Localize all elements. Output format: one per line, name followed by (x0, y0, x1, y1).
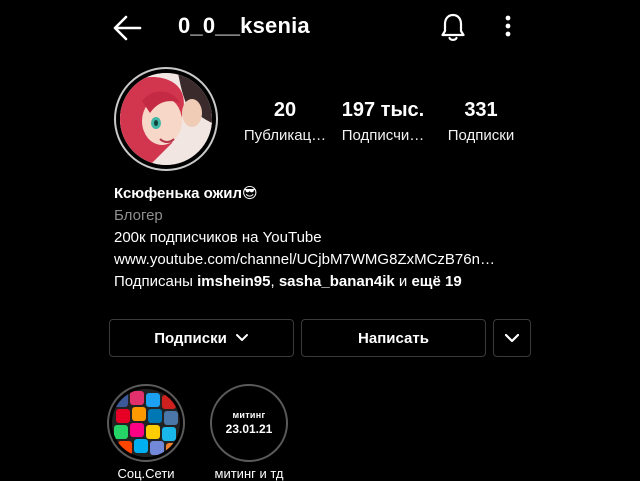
more-vertical-icon (505, 15, 511, 37)
profile-category: Блогер (114, 207, 163, 224)
followers-label: Подписчи… (341, 127, 425, 144)
options-button[interactable] (498, 13, 518, 41)
followers-count: 197 тыс. (341, 99, 425, 121)
posts-count: 20 (273, 99, 297, 121)
notifications-button[interactable] (440, 12, 466, 42)
arrow-left-icon (113, 15, 142, 41)
stat-followers[interactable]: 197 тыс. Подписчи… (334, 98, 432, 146)
bio-text: 200к подписчиков на YouTube (114, 229, 322, 246)
followed-by-more[interactable]: ещё 19 (411, 273, 461, 290)
highlight-cover (112, 389, 180, 457)
highlight-label: митинг и тд (214, 466, 284, 481)
back-button[interactable] (112, 14, 142, 42)
suggested-accounts-button[interactable] (493, 319, 531, 357)
bio-link[interactable]: www.youtube.com/channel/UCjbM7WMG8ZxMCzB… (114, 249, 495, 271)
highlight-rally[interactable]: митинг 23.01.21 (210, 384, 288, 462)
followed-by-prefix: Подписаны (114, 273, 198, 290)
followed-by-separator: , (270, 273, 279, 290)
followed-by-and: и (394, 273, 412, 290)
followed-by-user[interactable]: sasha_banan4ik (279, 273, 395, 290)
followed-by-user[interactable]: imshein95 (197, 273, 270, 290)
following-count: 331 (464, 99, 498, 121)
following-label: Подписки (447, 127, 515, 144)
message-button[interactable]: Написать (301, 319, 486, 357)
avatar-image (120, 73, 212, 165)
highlight-cover-date: 23.01.21 (225, 422, 273, 436)
highlight-label: Соц.Сети (117, 466, 175, 481)
following-button-label: Подписки (154, 329, 227, 347)
stat-following[interactable]: 331 Подписки (432, 98, 530, 146)
chevron-down-icon (504, 333, 520, 343)
highlight-social-networks[interactable] (107, 384, 185, 462)
posts-label: Публикац… (243, 127, 327, 144)
highlight-cover-title: митинг (232, 410, 266, 420)
followed-by[interactable]: Подписаны imshein95, sasha_banan4ik и ещ… (114, 271, 462, 293)
stat-posts[interactable]: 20 Публикац… (236, 98, 334, 146)
social-media-icons-collage (112, 389, 180, 457)
following-dropdown-button[interactable]: Подписки (109, 319, 294, 357)
highlight-cover: митинг 23.01.21 (215, 389, 283, 457)
bell-icon (441, 13, 465, 41)
message-button-label: Написать (358, 329, 429, 347)
chevron-down-icon (235, 334, 248, 341)
profile-avatar[interactable] (114, 67, 218, 171)
profile-username: 0_0__ksenia (178, 13, 310, 38)
display-name: Ксюфенька ожил😎 (114, 185, 258, 202)
